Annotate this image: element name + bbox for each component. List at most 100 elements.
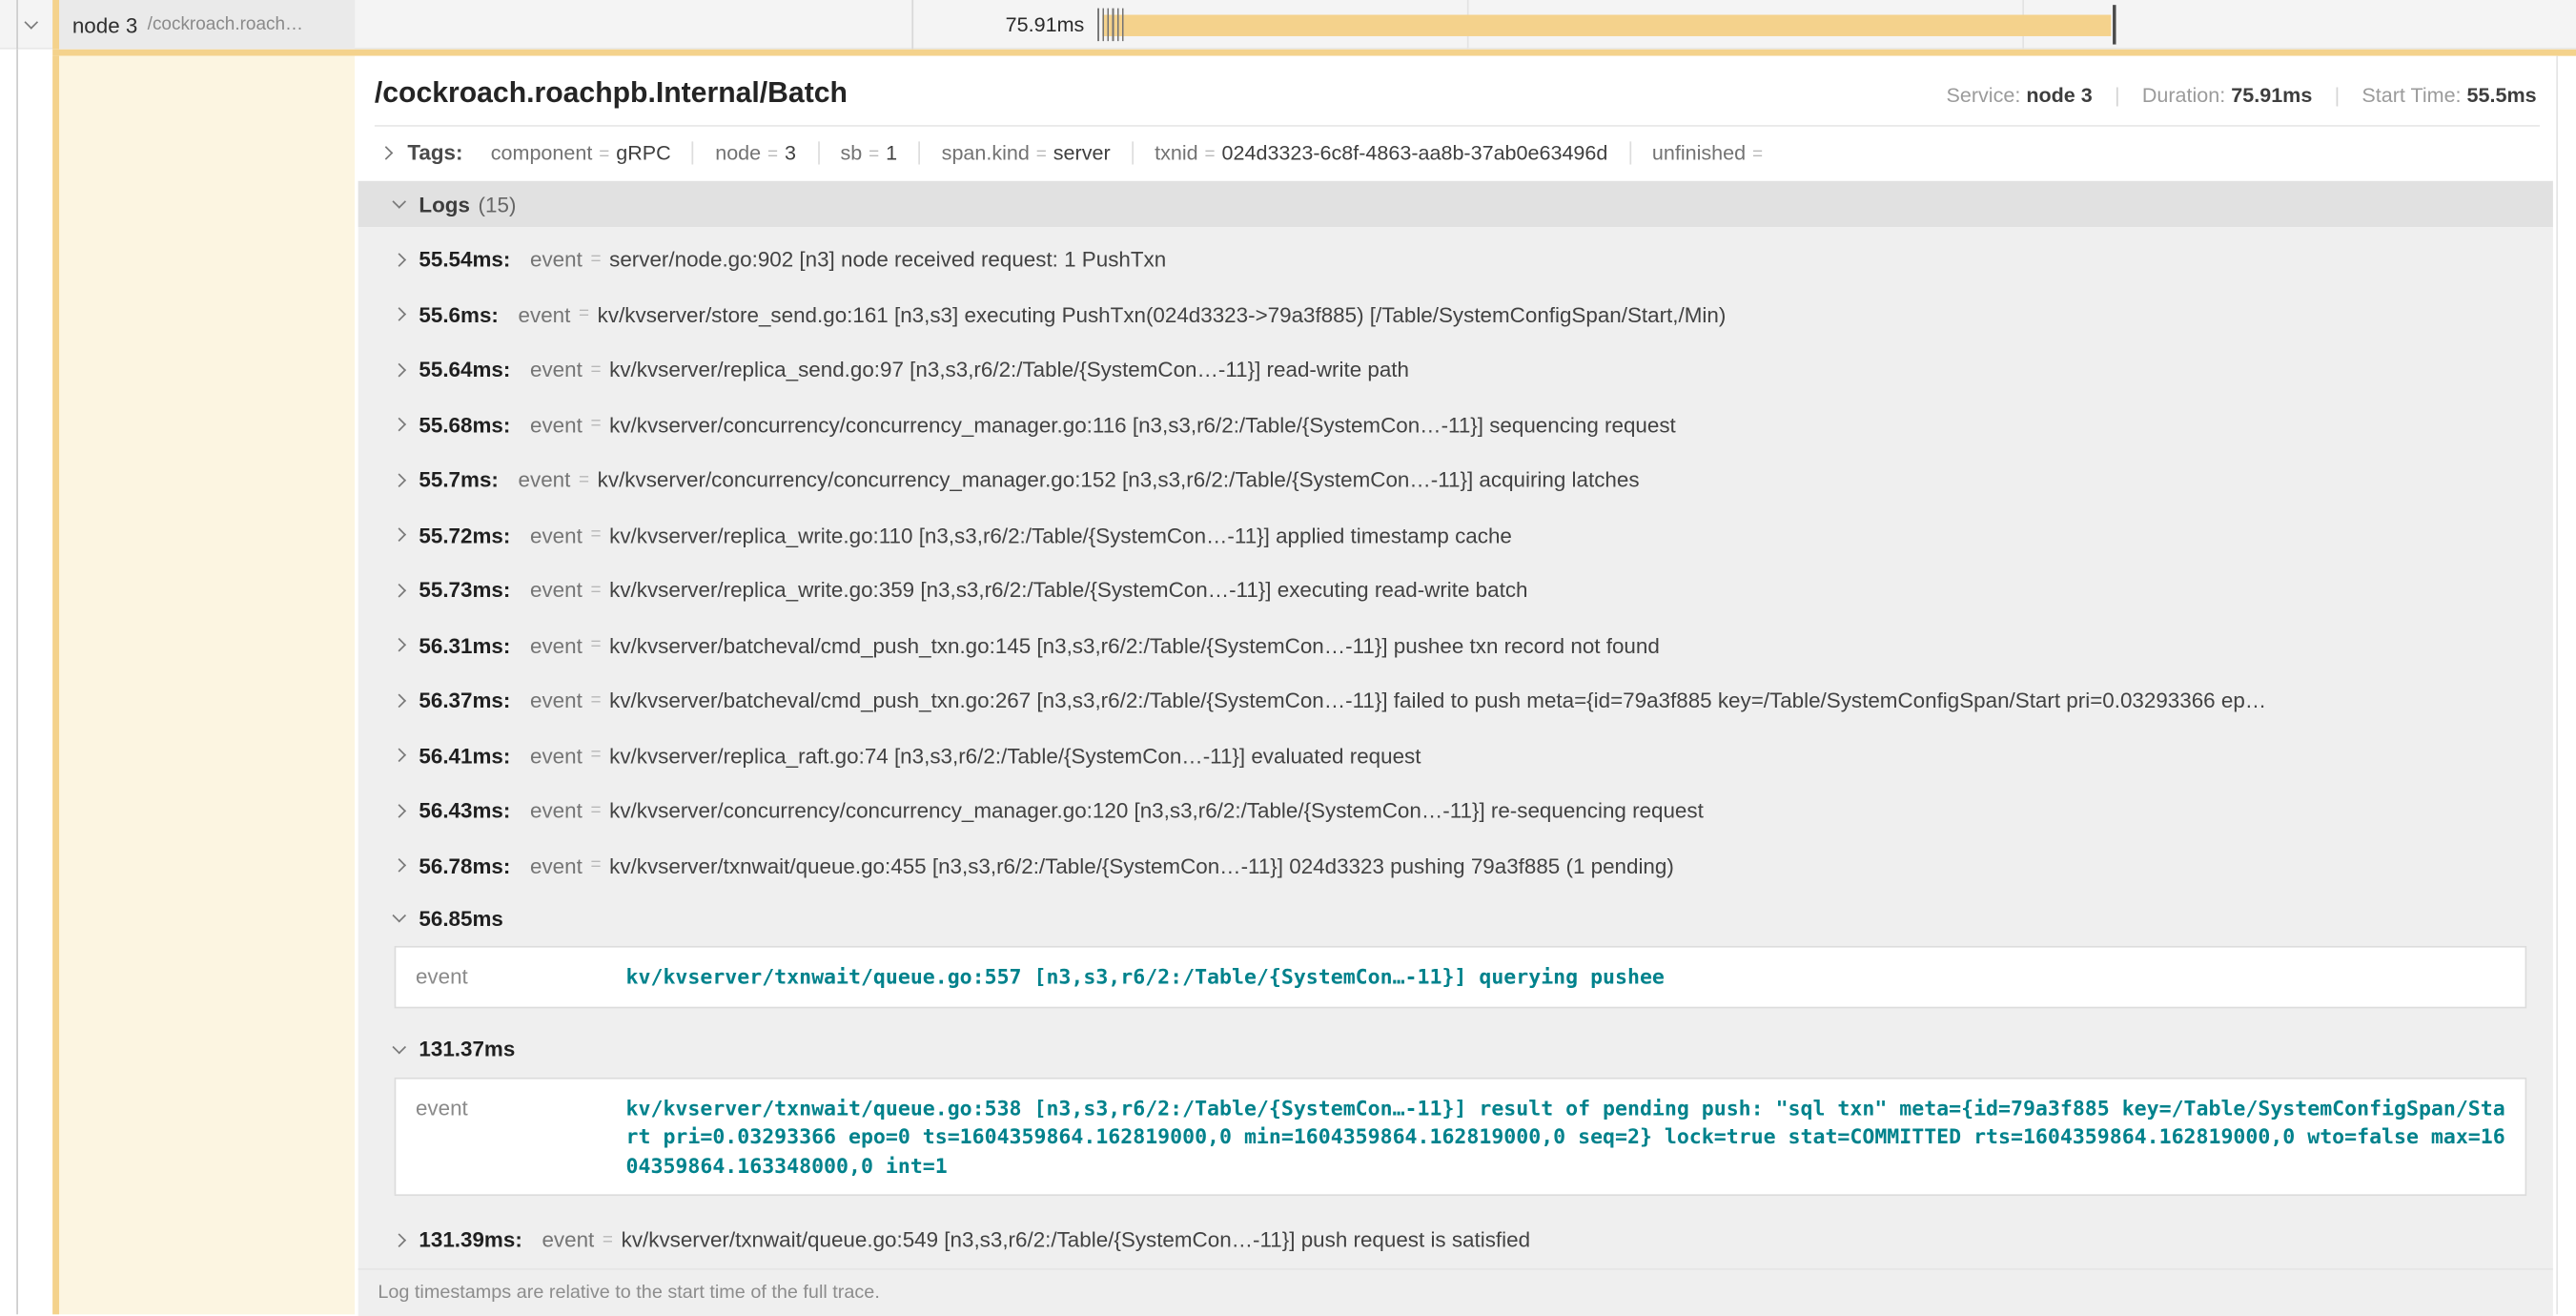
tag-key: component: [491, 140, 593, 163]
log-field: event: [530, 523, 583, 547]
log-tick-marker-end: [2113, 5, 2116, 44]
log-row[interactable]: 56.41ms: event = kv/kvserver/replica_raf…: [358, 728, 2553, 783]
tag-value: 1: [886, 140, 897, 163]
collapse-span-chevron-icon[interactable]: [24, 15, 38, 30]
log-row[interactable]: 55.73ms: event = kv/kvserver/replica_wri…: [358, 563, 2553, 618]
chevron-right-icon[interactable]: [392, 308, 406, 322]
tag-key: sb: [841, 140, 863, 163]
tag-item: span.kind=server: [919, 140, 1132, 163]
log-equals: =: [590, 360, 601, 380]
span-detail-row: /cockroach.roachpb.Internal/Batch Servic…: [0, 50, 2576, 1315]
logs-section-toggle[interactable]: Logs (15): [358, 181, 2553, 227]
tags-section-toggle[interactable]: Tags: component = gRPC node = 3 sb = 1 span.ki…: [355, 127, 2556, 177]
log-equals: =: [590, 690, 601, 710]
chevron-right-icon[interactable]: [392, 858, 406, 873]
log-value: kv/kvserver/txnwait/queue.go:549 [n3,s3,…: [622, 1227, 1530, 1252]
log-field: event: [416, 962, 626, 991]
tag-value: server: [1053, 140, 1111, 163]
chevron-right-icon[interactable]: [392, 362, 406, 377]
span-name-cell[interactable]: node 3 /cockroach.roach…: [52, 0, 355, 50]
log-row-expanded: 131.37ms event kv/kvserver/txnwait/queue…: [358, 1024, 2553, 1196]
log-row-toggle[interactable]: 56.85ms: [358, 894, 2553, 943]
log-value: kv/kvserver/batcheval/cmd_push_txn.go:14…: [609, 633, 1660, 658]
log-time: 131.37ms: [419, 1037, 515, 1061]
tag-value: gRPC: [616, 140, 670, 163]
log-field: event: [530, 413, 583, 438]
meta-separator: |: [2115, 84, 2120, 107]
chevron-right-icon[interactable]: [392, 693, 406, 708]
chevron-right-icon[interactable]: [392, 253, 406, 267]
chevron-right-icon[interactable]: [392, 584, 406, 598]
tag-key: unfinished: [1652, 140, 1746, 163]
log-field: event: [530, 247, 583, 272]
chevron-right-icon[interactable]: [392, 418, 406, 432]
log-field: event: [530, 798, 583, 823]
tags-label: Tags:: [407, 140, 462, 165]
start-time-label: Start Time:: [2361, 84, 2461, 107]
log-row[interactable]: 56.31ms: event = kv/kvserver/batcheval/c…: [358, 618, 2553, 673]
log-time: 56.85ms: [419, 906, 502, 931]
span-row: node 3 /cockroach.roach… 75.91ms: [0, 0, 2576, 50]
log-value: kv/kvserver/store_send.go:161 [n3,s3] ex…: [598, 302, 1727, 327]
chevron-right-icon[interactable]: [392, 638, 406, 652]
chevron-right-icon[interactable]: [392, 804, 406, 818]
log-row[interactable]: 56.37ms: event = kv/kvserver/batcheval/c…: [358, 673, 2553, 729]
duration-label: Duration:: [2142, 84, 2225, 107]
log-field: event: [530, 358, 583, 382]
log-value: kv/kvserver/replica_write.go:359 [n3,s3,…: [609, 578, 1527, 603]
chevron-right-icon[interactable]: [392, 473, 406, 487]
log-detail-card: event kv/kvserver/txnwait/queue.go:538 […: [395, 1077, 2527, 1196]
log-row[interactable]: 55.64ms: event = kv/kvserver/replica_sen…: [358, 342, 2553, 398]
log-row[interactable]: 55.68ms: event = kv/kvserver/concurrency…: [358, 398, 2553, 453]
log-equals: =: [590, 525, 601, 545]
tag-item: unfinished =: [1629, 140, 1791, 163]
log-time: 55.68ms:: [419, 413, 510, 438]
log-row[interactable]: 55.54ms: event = server/node.go:902 [n3]…: [358, 232, 2553, 287]
span-duration-label: 75.91ms: [913, 13, 1084, 36]
log-field: event: [416, 1093, 626, 1180]
log-time: 55.54ms:: [419, 247, 510, 272]
chevron-right-icon[interactable]: [392, 1233, 406, 1247]
log-row-expanded: 56.85ms event kv/kvserver/txnwait/queue.…: [358, 894, 2553, 1008]
log-row[interactable]: 55.72ms: event = kv/kvserver/replica_wri…: [358, 507, 2553, 563]
log-equals: =: [590, 415, 601, 435]
trace-detail-view: node 3 /cockroach.roach… 75.91ms /cockro…: [0, 0, 2576, 1316]
tag-list: component = gRPC node = 3 sb = 1 span.kind=ser…: [469, 140, 1790, 163]
logs-section: Logs (15) 55.54ms: event = server/node.g…: [358, 181, 2553, 1316]
log-equals: =: [579, 470, 589, 490]
tag-key: node: [715, 140, 761, 163]
selected-row-highlight: [52, 56, 355, 1315]
log-value: kv/kvserver/concurrency/concurrency_mana…: [609, 798, 1704, 823]
log-row[interactable]: 55.7ms: event = kv/kvserver/concurrency/…: [358, 452, 2553, 507]
tag-equals: =: [1752, 144, 1763, 164]
chevron-right-icon[interactable]: [392, 528, 406, 543]
log-time: 56.31ms:: [419, 633, 510, 658]
chevron-down-icon[interactable]: [392, 195, 406, 209]
tag-item: txnid=024d3323-6c8f-4863-aa8b-37ab0e6349…: [1132, 140, 1629, 163]
chevron-right-icon[interactable]: [392, 749, 406, 763]
logs-count: (15): [479, 192, 517, 216]
tag-equals: =: [869, 144, 879, 164]
log-row-toggle[interactable]: 131.37ms: [358, 1024, 2553, 1074]
meta-separator: |: [2335, 84, 2341, 107]
log-field: event: [519, 467, 571, 492]
log-row[interactable]: 131.39ms: event = kv/kvserver/txnwait/qu…: [358, 1212, 2553, 1267]
log-rows: 55.54ms: event = server/node.go:902 [n3]…: [358, 232, 2553, 1267]
span-accent-border: [52, 50, 2576, 56]
log-row[interactable]: 55.6ms: event = kv/kvserver/store_send.g…: [358, 287, 2553, 342]
span-duration-bar[interactable]: [1102, 14, 2111, 35]
log-row[interactable]: 56.43ms: event = kv/kvserver/concurrency…: [358, 783, 2553, 838]
tag-equals: =: [599, 144, 609, 164]
service-value: node 3: [2026, 84, 2092, 107]
log-detail-card: event kv/kvserver/txnwait/queue.go:557 […: [395, 946, 2527, 1008]
log-row[interactable]: 56.78ms: event = kv/kvserver/txnwait/que…: [358, 838, 2553, 894]
chevron-down-icon[interactable]: [392, 1039, 406, 1054]
chevron-down-icon[interactable]: [392, 909, 406, 923]
log-time: 55.72ms:: [419, 523, 510, 547]
tag-value: 3: [785, 140, 796, 163]
tag-value: 024d3323-6c8f-4863-aa8b-37ab0e63496d: [1222, 140, 1608, 163]
indent-guide-line: [16, 50, 18, 1315]
log-equals: =: [590, 580, 601, 600]
log-field: event: [530, 578, 583, 603]
chevron-right-icon[interactable]: [379, 145, 394, 159]
